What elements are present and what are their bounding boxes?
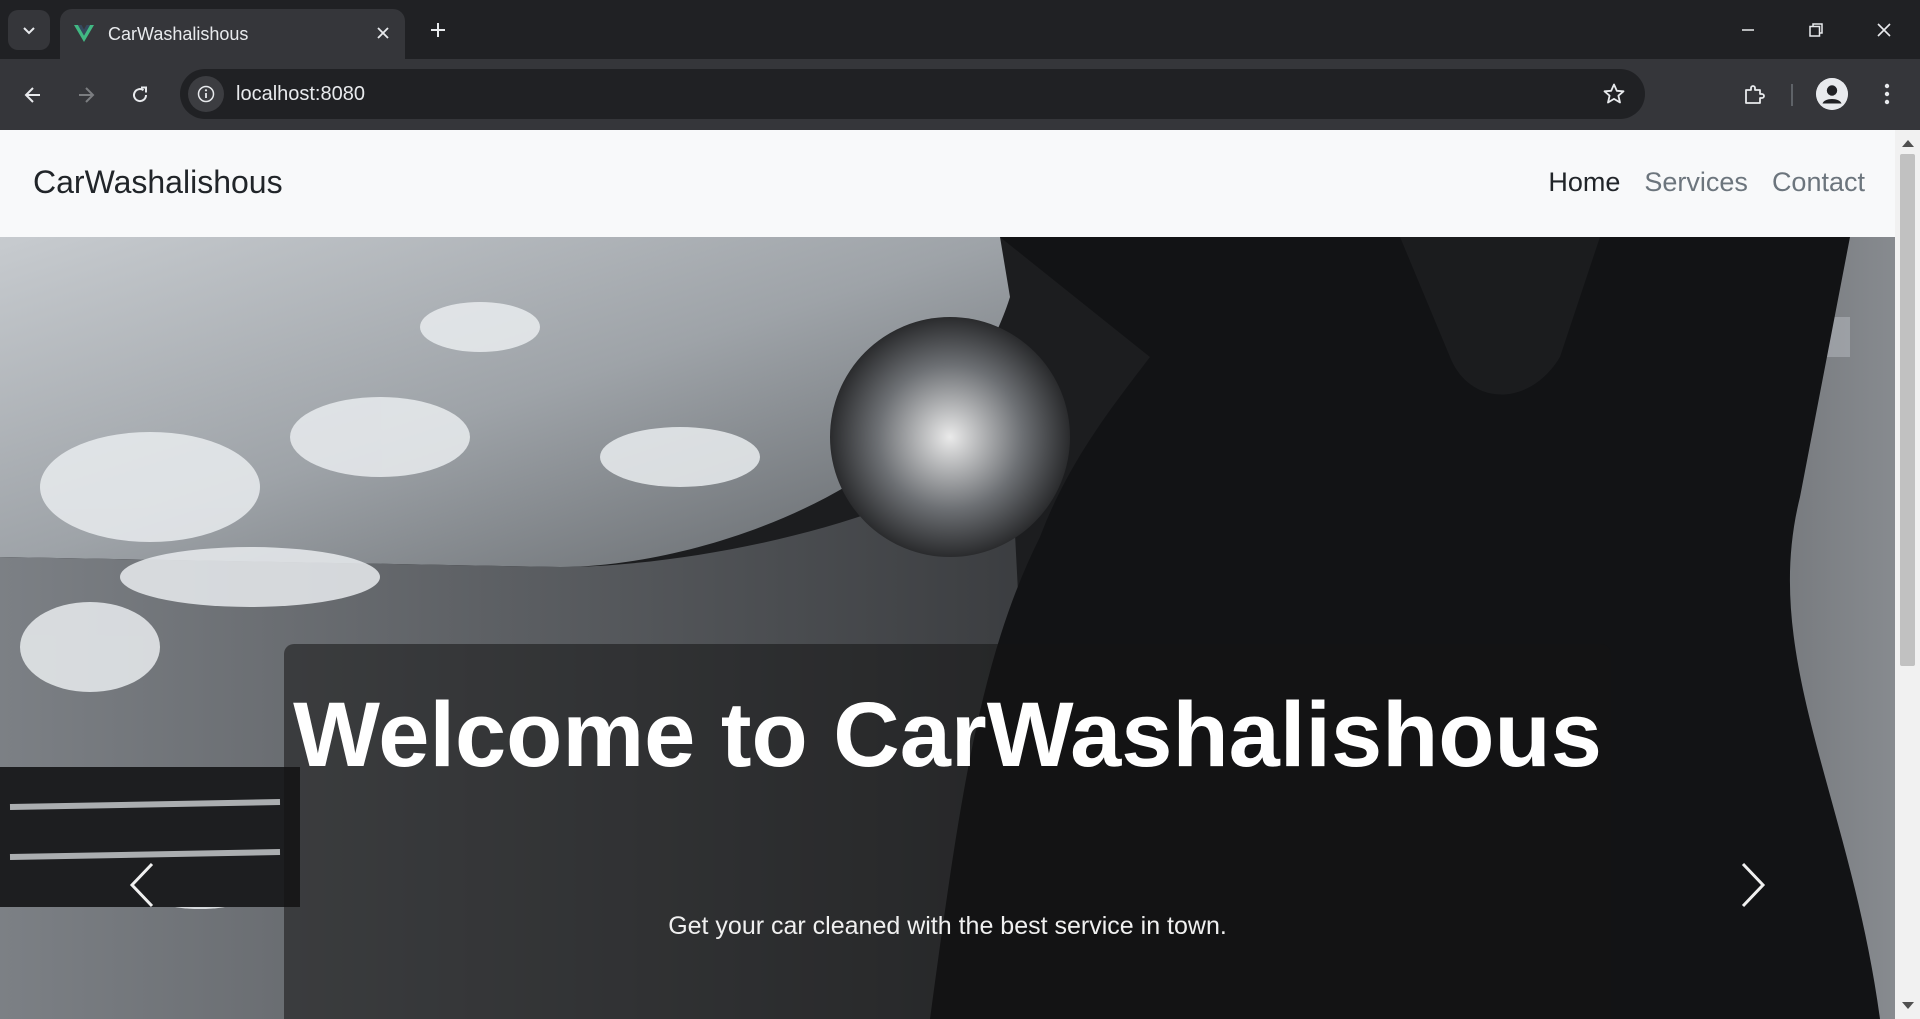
- address-bar[interactable]: localhost:8080: [180, 69, 1645, 119]
- new-tab-button[interactable]: [422, 14, 454, 46]
- close-icon: [377, 27, 389, 39]
- bookmark-button[interactable]: [1601, 81, 1627, 107]
- close-window-button[interactable]: [1860, 10, 1908, 50]
- browser-menu-button[interactable]: [1872, 76, 1902, 112]
- carousel-next-button[interactable]: [1723, 845, 1783, 925]
- minimize-icon: [1742, 29, 1754, 31]
- carousel-prev-button[interactable]: [112, 845, 172, 925]
- page-viewport: CarWashalishous Home Services Contact We…: [0, 130, 1895, 1019]
- close-icon: [1877, 23, 1891, 37]
- restore-button[interactable]: [1792, 10, 1840, 50]
- url-text[interactable]: localhost:8080: [236, 83, 365, 106]
- back-button[interactable]: [15, 77, 51, 113]
- hero-subtitle: Get your car cleaned with the best servi…: [668, 912, 1227, 940]
- hero-carousel: Welcome to CarWashalishous Get your car …: [0, 237, 1895, 1019]
- scroll-up-arrow[interactable]: [1902, 140, 1914, 147]
- toolbar-divider: [1791, 84, 1793, 106]
- plus-icon: [431, 23, 445, 37]
- site-brand[interactable]: CarWashalishous: [33, 164, 283, 201]
- puzzle-icon: [1745, 85, 1765, 104]
- page-scrollbar[interactable]: [1895, 130, 1920, 1019]
- back-arrow-icon: [24, 87, 40, 103]
- person-icon: [1816, 78, 1848, 110]
- nav-link-services[interactable]: Services: [1644, 167, 1748, 198]
- reload-button[interactable]: [122, 77, 158, 113]
- forward-arrow-icon: [79, 87, 95, 103]
- reload-icon: [133, 86, 148, 103]
- nav-link-home[interactable]: Home: [1548, 167, 1620, 198]
- browser-toolbar: localhost:8080: [0, 59, 1920, 130]
- nav-links: Home Services Contact: [1548, 167, 1865, 198]
- hero-caption: Welcome to CarWashalishous Get your car …: [284, 644, 1611, 1019]
- chevron-down-icon: [23, 27, 35, 35]
- star-icon: [1603, 83, 1625, 104]
- hero-title: Welcome to CarWashalishous: [293, 684, 1602, 786]
- tab-title: CarWashalishous: [108, 24, 249, 44]
- nav-link-contact[interactable]: Contact: [1772, 167, 1865, 198]
- minimize-button[interactable]: [1724, 10, 1772, 50]
- scroll-down-arrow[interactable]: [1902, 1002, 1914, 1009]
- vue-logo-icon: [74, 25, 94, 42]
- forward-button[interactable]: [68, 77, 104, 113]
- restore-icon: [1809, 23, 1823, 37]
- profile-button[interactable]: [1816, 78, 1848, 110]
- info-icon: [197, 85, 215, 103]
- kebab-menu-icon: [1884, 83, 1890, 105]
- tab-search-button[interactable]: [8, 10, 50, 50]
- extensions-button[interactable]: [1736, 76, 1772, 112]
- site-info-button[interactable]: [188, 76, 224, 112]
- scrollbar-thumb[interactable]: [1900, 154, 1915, 666]
- site-navbar: CarWashalishous Home Services Contact: [0, 130, 1895, 238]
- active-tab[interactable]: CarWashalishous: [60, 9, 405, 59]
- tab-strip: CarWashalishous: [0, 0, 1920, 59]
- chevron-left-icon: [129, 862, 154, 908]
- chevron-right-icon: [1741, 862, 1766, 908]
- close-tab-button[interactable]: [371, 21, 395, 45]
